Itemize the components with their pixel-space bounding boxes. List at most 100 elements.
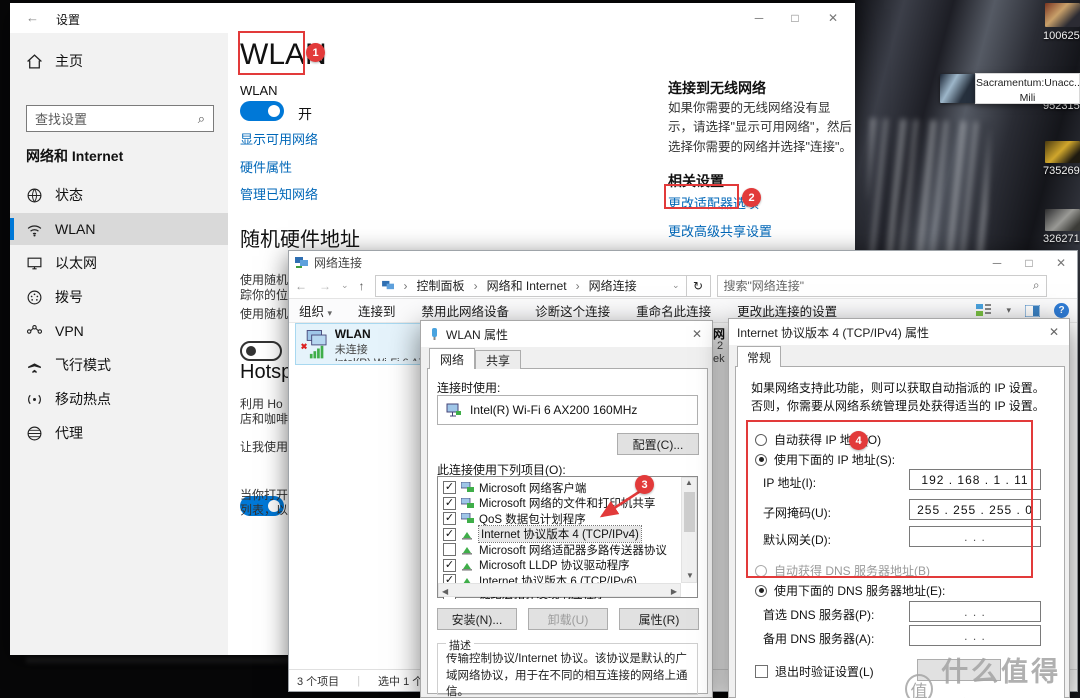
sidebar-item-status[interactable]: 状态 xyxy=(10,179,228,211)
sidebar-item-dialup[interactable]: 拨号 xyxy=(10,281,228,313)
tab-sharing[interactable]: 共享 xyxy=(475,350,521,369)
breadcrumb-item[interactable]: 网络和 Internet xyxy=(487,277,567,294)
description-title: 描述 xyxy=(446,637,474,653)
monitor-icon xyxy=(26,255,43,272)
sidebar-item-airplane-mode[interactable]: 飞行模式 xyxy=(10,349,228,381)
wlan-adapter-icon xyxy=(300,327,329,361)
back-icon[interactable]: ← xyxy=(289,279,313,293)
close-icon[interactable]: ✕ xyxy=(825,11,841,25)
sidebar-item-ethernet[interactable]: 以太网 xyxy=(10,247,228,279)
description-groupbox: 描述 传输控制协议/Internet 协议。该协议是默认的广域网络协议，用于在不… xyxy=(437,643,698,695)
maximize-icon[interactable]: □ xyxy=(1021,256,1037,270)
dialog-titlebar: Internet 协议版本 4 (TCP/IPv4) 属性 ✕ xyxy=(729,319,1069,345)
toolbar-connect-to[interactable]: 连接到 xyxy=(358,301,396,320)
protocol-item[interactable]: Microsoft 网络适配器多路传送器协议 xyxy=(440,542,679,558)
search-icon[interactable]: ⌕ xyxy=(198,111,205,127)
toolbar-rename[interactable]: 重命名此连接 xyxy=(636,301,711,320)
close-icon[interactable]: ✕ xyxy=(1053,256,1069,270)
uninstall-button[interactable]: 卸载(U) xyxy=(528,608,608,630)
address-icon xyxy=(382,280,395,291)
sidebar-item-mobile-hotspot[interactable]: 移动热点 xyxy=(10,383,228,415)
radio-use-dns[interactable]: 使用下面的 DNS 服务器地址(E): xyxy=(755,582,945,599)
checkbox-checked[interactable]: ✓ xyxy=(443,559,456,572)
text-fragment: 店和咖啡 xyxy=(240,410,288,427)
dns-alt-label: 备用 DNS 服务器(A): xyxy=(763,630,874,647)
views-icon[interactable] xyxy=(976,304,992,317)
sidebar-item-home[interactable]: 主页 xyxy=(10,45,228,77)
tooltip-thumbnail xyxy=(940,74,975,103)
maximize-icon[interactable]: □ xyxy=(787,11,803,25)
text-fragment: 使用随机 xyxy=(240,305,288,322)
statusbar-divider: | xyxy=(357,675,360,687)
install-button[interactable]: 安装(N)... xyxy=(437,608,517,630)
breadcrumb[interactable]: › 控制面板 › 网络和 Internet › 网络连接 ⌄ xyxy=(375,275,687,297)
sidebar-item-wlan[interactable]: WLAN xyxy=(10,213,228,245)
toolbar-disable-device[interactable]: 禁用此网络设备 xyxy=(422,301,510,320)
playlist-thumbnail[interactable] xyxy=(1045,3,1080,27)
help-icon[interactable]: ? xyxy=(1054,303,1069,318)
link-hardware-properties[interactable]: 硬件属性 xyxy=(240,157,292,176)
explorer-search-input[interactable]: 搜索"网络连接" ⌕ xyxy=(717,275,1047,297)
annotation-box-step2 xyxy=(664,184,739,209)
sidebar-item-vpn[interactable]: VPN xyxy=(10,315,228,347)
network-folder-icon xyxy=(295,256,309,268)
up-icon[interactable]: ↑ xyxy=(353,279,371,293)
checkbox-checked[interactable]: ✓ xyxy=(443,481,456,494)
sidebar-item-label: 拨号 xyxy=(55,287,83,307)
random-address-toggle[interactable] xyxy=(240,341,282,361)
preview-pane-icon[interactable] xyxy=(1025,305,1040,317)
dns-alt-field[interactable]: . . . xyxy=(909,625,1041,646)
connection2-fragment: 2 xyxy=(717,340,723,352)
forward-icon[interactable]: → xyxy=(313,279,337,293)
minimize-icon[interactable]: ─ xyxy=(751,11,767,25)
sidebar-item-label: VPN xyxy=(55,323,84,339)
settings-titlebar: ← 设置 ─ □ ✕ xyxy=(10,3,855,33)
sidebar-item-proxy[interactable]: 代理 xyxy=(10,417,228,449)
breadcrumb-item[interactable]: 控制面板 xyxy=(417,277,465,294)
history-dropdown-icon[interactable]: ⌄ xyxy=(337,280,353,291)
checkbox-checked[interactable]: ✓ xyxy=(443,497,456,510)
checkbox-unchecked[interactable] xyxy=(755,665,768,678)
search-icon: ⌕ xyxy=(1033,278,1040,293)
wlan-connection-item[interactable]: WLAN 未连接 Intel(R) Wi-Fi 6 AX2 xyxy=(295,323,427,365)
link-manage-known-networks[interactable]: 管理已知网络 xyxy=(240,184,318,203)
checkbox-unchecked[interactable] xyxy=(443,543,456,556)
refresh-button[interactable]: ↻ xyxy=(687,275,711,297)
close-icon[interactable]: ✕ xyxy=(1049,325,1059,339)
validate-on-exit-checkbox[interactable]: 退出时验证设置(L) xyxy=(755,663,874,680)
search-input[interactable]: 查找设置 ⌕ xyxy=(26,105,214,132)
playlist-thumbnail[interactable] xyxy=(1045,209,1080,231)
protocol-item[interactable]: ✓Microsoft LLDP 协议驱动程序 xyxy=(440,558,679,574)
close-icon[interactable]: ✕ xyxy=(692,327,702,341)
toolbar-diagnose[interactable]: 诊断这个连接 xyxy=(535,301,610,320)
scroll-right-icon[interactable]: ▶ xyxy=(671,587,677,596)
properties-button[interactable]: 属性(R) xyxy=(619,608,699,630)
scrollbar-thumb[interactable] xyxy=(684,492,695,532)
dialog-titlebar: WLAN 属性 ✕ xyxy=(421,321,712,347)
configure-button[interactable]: 配置(C)... xyxy=(617,433,699,455)
address-dropdown-icon[interactable]: ⌄ xyxy=(672,280,680,291)
breadcrumb-item[interactable]: 网络连接 xyxy=(589,277,637,294)
proxy-globe-icon xyxy=(26,425,43,442)
back-icon[interactable]: ← xyxy=(26,10,39,25)
link-show-available-networks[interactable]: 显示可用网络 xyxy=(240,129,318,148)
checkbox-checked[interactable]: ✓ xyxy=(443,512,456,525)
tab-general[interactable]: 常规 xyxy=(737,346,781,367)
toolbar-organize[interactable]: 组织 ▾ xyxy=(299,301,332,320)
dns-primary-field[interactable]: . . . xyxy=(909,601,1041,622)
radio-icon-selected[interactable] xyxy=(755,585,767,597)
scroll-down-icon[interactable]: ▼ xyxy=(686,571,694,580)
playlist-thumbnail[interactable] xyxy=(1045,141,1080,163)
vertical-scrollbar[interactable]: ▲ ▼ xyxy=(681,477,697,583)
playlist-number: 735269 xyxy=(1043,165,1080,177)
horizontal-scrollbar[interactable]: ◀ ▶ xyxy=(438,583,681,597)
scroll-up-icon[interactable]: ▲ xyxy=(682,478,696,487)
scroll-left-icon[interactable]: ◀ xyxy=(442,587,448,596)
wlan-toggle[interactable] xyxy=(240,101,284,121)
sidebar-item-label: WLAN xyxy=(55,221,95,237)
views-dropdown-icon[interactable]: ▾ xyxy=(1006,305,1011,316)
link-change-advanced-sharing[interactable]: 更改高级共享设置 xyxy=(668,221,772,240)
minimize-icon[interactable]: ─ xyxy=(989,256,1005,270)
checkbox-checked[interactable]: ✓ xyxy=(443,528,456,541)
tab-network[interactable]: 网络 xyxy=(429,348,475,369)
